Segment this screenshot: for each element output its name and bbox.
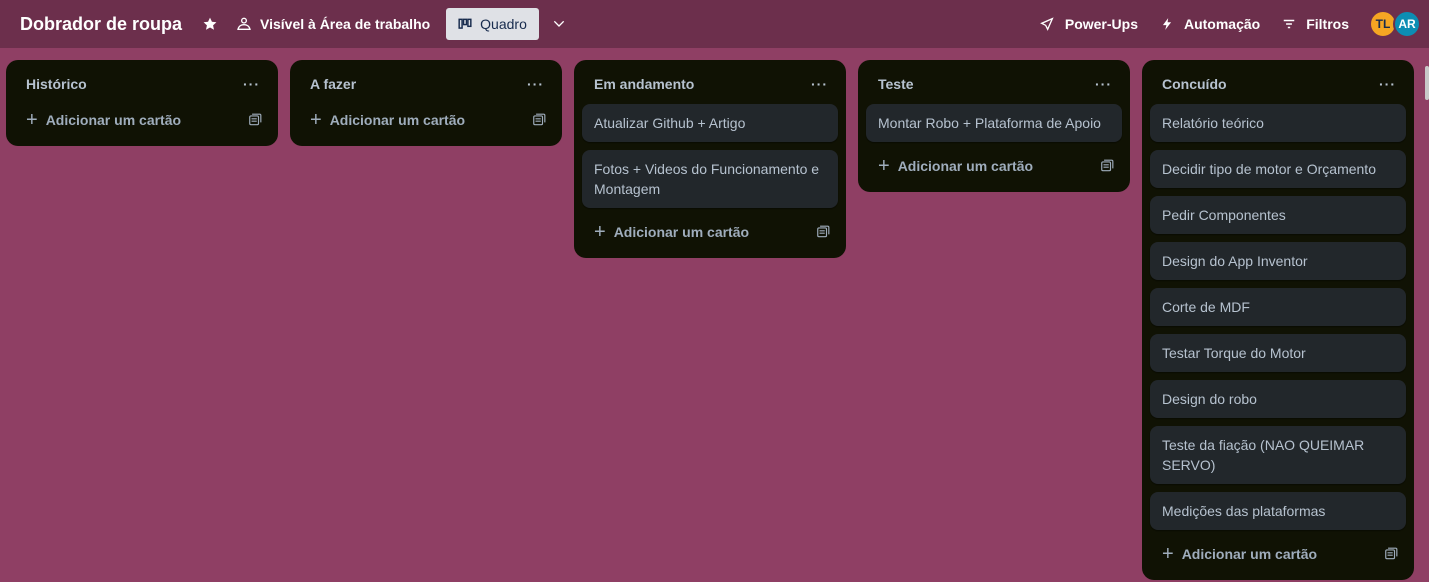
list-header: Histórico ···	[14, 68, 270, 100]
star-icon	[203, 17, 217, 30]
star-button[interactable]	[196, 8, 224, 40]
add-card-label: Adicionar um cartão	[897, 158, 1034, 174]
add-card-button[interactable]: + Adicionar um cartão	[298, 104, 554, 136]
card[interactable]: Design do App Inventor	[1150, 242, 1406, 280]
filters-button[interactable]: Filtros	[1274, 8, 1357, 40]
card[interactable]: Decidir tipo de motor e Orçamento	[1150, 150, 1406, 188]
visibility-button[interactable]: Visível à Área de trabalho	[228, 8, 438, 40]
card[interactable]: Medições das plataformas	[1150, 492, 1406, 530]
plus-icon: +	[310, 109, 322, 131]
plus-icon: +	[1162, 543, 1174, 565]
add-card-button[interactable]: + Adicionar um cartão	[14, 104, 270, 136]
header-actions: Power-Ups Automação Filtros TL AR	[1031, 8, 1421, 40]
card[interactable]: Montar Robo + Plataforma de Apoio	[866, 104, 1122, 142]
list-header: A fazer ···	[298, 68, 554, 100]
card[interactable]: Atualizar Github + Artigo	[582, 104, 838, 142]
list-header: Em andamento ···	[582, 68, 838, 100]
card-template-icon[interactable]	[816, 225, 830, 239]
add-card-button[interactable]: + Adicionar um cartão	[1150, 538, 1406, 570]
add-card-label: Adicionar um cartão	[329, 112, 466, 128]
lightning-icon	[1162, 18, 1172, 30]
card-template-icon[interactable]	[1384, 547, 1398, 561]
add-card-label: Adicionar um cartão	[45, 112, 182, 128]
powerups-label: Power-Ups	[1064, 16, 1138, 32]
list-title[interactable]: Histórico	[26, 76, 87, 92]
list-title[interactable]: Concuído	[1162, 76, 1227, 92]
list-title[interactable]: A fazer	[310, 76, 356, 92]
plus-icon: +	[26, 109, 38, 131]
list-header: Concuído ···	[1150, 68, 1406, 100]
rocket-icon	[1039, 17, 1054, 31]
list-title[interactable]: Teste	[878, 76, 914, 92]
automation-label: Automação	[1183, 16, 1261, 32]
add-card-label: Adicionar um cartão	[613, 224, 750, 240]
plus-icon: +	[878, 155, 890, 177]
list-concuido: Concuído ··· Relatório teórico Decidir t…	[1142, 60, 1414, 580]
list-em-andamento: Em andamento ··· Atualizar Github + Arti…	[574, 60, 846, 258]
board-scrollbar[interactable]	[1425, 66, 1429, 100]
list-menu-icon[interactable]: ···	[243, 77, 260, 91]
plus-icon: +	[594, 221, 606, 243]
card[interactable]: Pedir Componentes	[1150, 196, 1406, 234]
list-a-fazer: A fazer ··· + Adicionar um cartão	[290, 60, 562, 146]
list-teste: Teste ··· Montar Robo + Plataforma de Ap…	[858, 60, 1130, 192]
list-historico: Histórico ··· + Adicionar um cartão	[6, 60, 278, 146]
card[interactable]: Relatório teórico	[1150, 104, 1406, 142]
card[interactable]: Design do robo	[1150, 380, 1406, 418]
board-title[interactable]: Dobrador de roupa	[20, 14, 182, 35]
list-menu-icon[interactable]: ···	[1379, 77, 1396, 91]
filters-label: Filtros	[1306, 16, 1349, 32]
card-template-icon[interactable]	[1100, 159, 1114, 173]
card-template-icon[interactable]	[532, 113, 546, 127]
avatar[interactable]: AR	[1393, 10, 1421, 38]
automation-button[interactable]: Automação	[1152, 8, 1268, 40]
powerups-button[interactable]: Power-Ups	[1031, 8, 1146, 40]
list-menu-icon[interactable]: ···	[811, 77, 828, 91]
card-template-icon[interactable]	[248, 113, 262, 127]
list-header: Teste ···	[866, 68, 1122, 100]
chevron-down-icon	[553, 20, 565, 27]
view-dropdown-button[interactable]	[541, 8, 577, 40]
board-view-icon	[458, 18, 472, 29]
card[interactable]: Testar Torque do Motor	[1150, 334, 1406, 372]
card[interactable]: Teste da fiação (NAO QUEIMAR SERVO)	[1150, 426, 1406, 484]
filter-icon	[1283, 19, 1295, 29]
board-header: Dobrador de roupa Visível à Área de trab…	[0, 0, 1429, 48]
add-card-button[interactable]: + Adicionar um cartão	[866, 150, 1122, 182]
member-avatars: TL AR	[1369, 10, 1421, 38]
list-menu-icon[interactable]: ···	[527, 77, 544, 91]
add-card-button[interactable]: + Adicionar um cartão	[582, 216, 838, 248]
workspace-visibility-icon	[237, 17, 251, 30]
card[interactable]: Fotos + Videos do Funcionamento e Montag…	[582, 150, 838, 208]
list-title[interactable]: Em andamento	[594, 76, 694, 92]
view-label: Quadro	[480, 16, 527, 32]
card[interactable]: Corte de MDF	[1150, 288, 1406, 326]
view-switcher-board[interactable]: Quadro	[446, 8, 539, 40]
add-card-label: Adicionar um cartão	[1181, 546, 1318, 562]
visibility-label: Visível à Área de trabalho	[260, 16, 431, 32]
list-menu-icon[interactable]: ···	[1095, 77, 1112, 91]
